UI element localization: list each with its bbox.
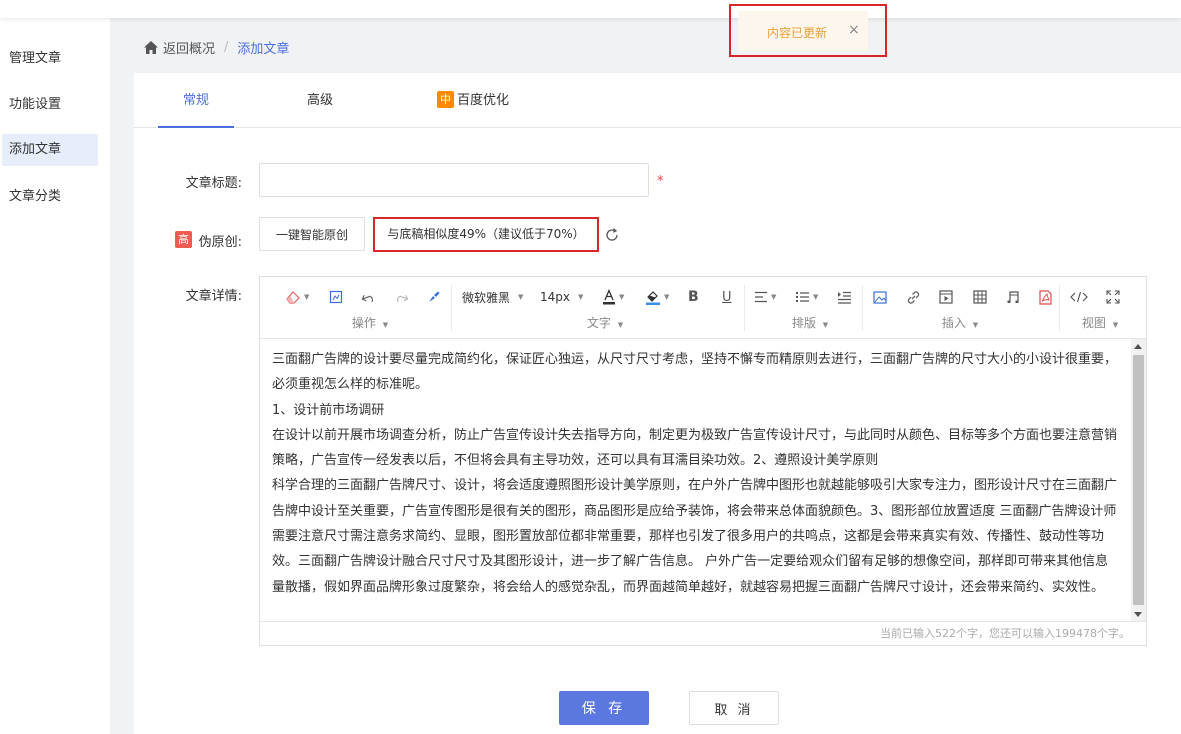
- highlight-color-icon[interactable]: ▼: [645, 287, 669, 307]
- format-painter-icon[interactable]: [329, 287, 343, 307]
- similarity-indicator: 与底稿相似度49%（建议低于70%）: [373, 217, 599, 252]
- title-label: 文章标题:: [185, 176, 242, 191]
- level-badge: 高: [175, 231, 192, 248]
- font-size-select[interactable]: 14px ▼: [540, 287, 583, 307]
- indent-icon[interactable]: [837, 287, 852, 307]
- pdf-icon[interactable]: [1039, 287, 1052, 307]
- sidebar-item-add-article[interactable]: 添加文章: [2, 134, 98, 166]
- sidebar: 管理文章 功能设置 添加文章 文章分类: [0, 18, 110, 734]
- table-icon[interactable]: [973, 287, 987, 307]
- tab-label: 百度优化: [456, 93, 509, 108]
- tab-advanced[interactable]: 高级: [290, 73, 350, 128]
- content-paragraph: 在设计以前开展市场调查分析，防止广告宣传设计失去指导方向，制定更为极致广告宣传设…: [272, 427, 1118, 469]
- tab-badge: 中: [436, 91, 454, 108]
- breadcrumb-bar: 返回概况 / 添加文章: [134, 18, 1181, 73]
- breadcrumb-current: 添加文章: [237, 42, 290, 57]
- toolbar-group-insert[interactable]: 插入 ▼: [920, 314, 1000, 331]
- breadcrumb: 返回概况 / 添加文章: [144, 38, 289, 57]
- toolbar-group-view[interactable]: 视图 ▼: [1070, 314, 1130, 331]
- breadcrumb-separator: /: [224, 40, 229, 55]
- font-color-icon[interactable]: ▼: [602, 287, 624, 307]
- toolbar-divider: [1059, 285, 1060, 331]
- scroll-thumb[interactable]: [1133, 355, 1144, 605]
- cancel-button[interactable]: 取 消: [689, 691, 779, 725]
- toolbar-group-layout[interactable]: 排版 ▼: [770, 314, 850, 331]
- refresh-icon[interactable]: [604, 227, 620, 243]
- code-view-icon[interactable]: [1070, 287, 1088, 307]
- top-bar: [0, 0, 1181, 18]
- content-paragraph: 1、设计前市场调研: [272, 402, 385, 418]
- list-icon[interactable]: ▼: [795, 287, 818, 307]
- word-count: 当前已输入522个字，您还可以输入199478个字。: [260, 621, 1146, 645]
- tab-bar: 常规 高级 中百度优化: [134, 73, 1181, 128]
- editor-scrollbar[interactable]: [1131, 339, 1146, 622]
- link-icon[interactable]: [906, 287, 921, 307]
- tab-general[interactable]: 常规: [158, 73, 234, 128]
- toolbar-group-actions[interactable]: 操作 ▼: [330, 314, 410, 331]
- back-link[interactable]: 返回概况: [144, 38, 215, 57]
- toolbar-divider: [744, 285, 745, 331]
- home-icon: [144, 41, 158, 54]
- underline-button[interactable]: U: [722, 287, 732, 307]
- video-icon[interactable]: [939, 287, 953, 307]
- sidebar-item-settings[interactable]: 功能设置: [2, 89, 98, 121]
- music-icon[interactable]: [1006, 287, 1020, 307]
- smart-rewrite-button[interactable]: 一键智能原创: [259, 217, 365, 251]
- toast-highlight-frame: [729, 4, 887, 57]
- title-input[interactable]: [259, 163, 649, 197]
- editor-toolbar: ▼ 操作 ▼ 微软雅黑 ▼ 14px ▼ ▼ ▼ B U 文字 ▼ ▼ ▼ 排版…: [260, 277, 1146, 339]
- align-icon[interactable]: ▼: [754, 287, 776, 307]
- rich-text-editor: ▼ 操作 ▼ 微软雅黑 ▼ 14px ▼ ▼ ▼ B U 文字 ▼ ▼ ▼ 排版…: [259, 276, 1147, 646]
- sidebar-item-manage-articles[interactable]: 管理文章: [2, 43, 98, 75]
- toolbar-divider: [862, 285, 863, 331]
- undo-icon[interactable]: [361, 287, 375, 307]
- back-label: 返回概况: [163, 42, 216, 57]
- sidebar-item-categories[interactable]: 文章分类: [2, 181, 98, 213]
- detail-label: 文章详情:: [185, 289, 242, 304]
- font-family-select[interactable]: 微软雅黑 ▼: [462, 287, 523, 307]
- image-icon[interactable]: [873, 287, 887, 307]
- tab-baidu-seo[interactable]: 中百度优化: [428, 73, 518, 128]
- editor-content[interactable]: 三面翻广告牌的设计要尽量完成简约化，保证匠心独运，从尺寸尺寸考虑，坚持不懈专而精…: [260, 339, 1132, 622]
- redo-icon[interactable]: [395, 287, 409, 307]
- content-paragraph: 科学合理的三面翻广告牌尺寸、设计，将会适度遵照图形设计美学原则，在户外广告牌中图…: [272, 478, 1118, 595]
- required-mark: *: [657, 174, 664, 189]
- content-paragraph: 三面翻广告牌的设计要尽量完成简约化，保证匠心独运，从尺寸尺寸考虑，坚持不懈专而精…: [272, 352, 1118, 393]
- fullscreen-icon[interactable]: [1106, 287, 1120, 307]
- scroll-up-arrow[interactable]: [1134, 344, 1142, 349]
- toolbar-divider: [451, 285, 452, 331]
- save-button[interactable]: 保 存: [559, 691, 649, 725]
- bold-button[interactable]: B: [688, 287, 699, 307]
- clear-format-icon[interactable]: [426, 287, 440, 307]
- eraser-icon[interactable]: ▼: [285, 287, 309, 307]
- rewrite-label: 伪原创:: [198, 235, 242, 250]
- toolbar-group-text[interactable]: 文字 ▼: [565, 314, 645, 331]
- scroll-down-arrow[interactable]: [1134, 612, 1142, 617]
